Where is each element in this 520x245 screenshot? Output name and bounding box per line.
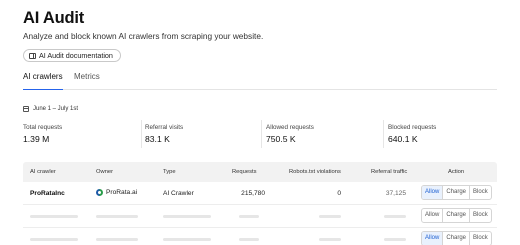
loading-placeholder (96, 215, 138, 218)
stat-label: Referral visits (145, 124, 184, 131)
action-toggle: Allow Charge Block (421, 208, 492, 223)
date-range-picker[interactable]: June 1 – July 1st (23, 106, 78, 112)
stat-blocked-requests: Blocked requests 640.1 K (383, 120, 501, 148)
loading-placeholder (239, 238, 259, 241)
loading-placeholder (96, 238, 138, 241)
stat-label: Blocked requests (388, 124, 437, 131)
column-header-referral[interactable]: Referral traffic (371, 169, 407, 175)
charge-button[interactable]: Charge (442, 232, 469, 245)
charge-button[interactable]: Charge (442, 186, 469, 199)
owner-name: ProRata.ai (106, 189, 138, 196)
allow-button[interactable]: Allow (422, 186, 443, 199)
column-header-type[interactable]: Type (163, 169, 176, 175)
table-row[interactable]: ProRataInc ProRata.ai AI Crawler 215,780… (23, 182, 497, 205)
stat-label: Total requests (23, 124, 63, 131)
crawler-name[interactable]: ProRataInc (30, 190, 65, 197)
table-header: AI crawler Owner Type Requests Robots.tx… (23, 162, 497, 182)
stat-value: 83.1 K (145, 134, 170, 144)
column-header-owner[interactable]: Owner (96, 169, 113, 175)
stat-value: 640.1 K (388, 134, 418, 144)
prorata-logo-icon (96, 189, 103, 196)
tab-bar: AI crawlers Metrics (23, 72, 497, 90)
column-header-action: Action (448, 168, 465, 175)
violations-count: 0 (337, 190, 341, 197)
block-button[interactable]: Block (469, 209, 491, 222)
loading-placeholder (319, 238, 341, 241)
charge-button[interactable]: Charge (442, 209, 469, 222)
loading-placeholder (384, 215, 406, 218)
loading-placeholder (30, 238, 78, 241)
page-title: AI Audit (23, 9, 85, 27)
loading-placeholder (163, 238, 211, 241)
stat-value: 750.5 K (266, 134, 296, 144)
tab-ai-crawlers[interactable]: AI crawlers (23, 72, 63, 90)
crawler-type: AI Crawler (163, 190, 194, 197)
loading-placeholder (30, 215, 78, 218)
referral-count: 37,125 (385, 190, 406, 197)
book-icon (29, 52, 36, 59)
allow-button[interactable]: Allow (422, 209, 442, 222)
block-button[interactable]: Block (469, 186, 491, 199)
stat-referral-visits: Referral visits 83.1 K (141, 120, 259, 148)
page-subtitle: Analyze and block known AI crawlers from… (23, 31, 264, 41)
stat-value: 1.39 M (23, 134, 50, 144)
stats-summary: Total requests 1.39 M Referral visits 83… (23, 120, 497, 148)
calendar-icon (23, 106, 29, 112)
loading-placeholder (239, 215, 259, 218)
block-button[interactable]: Block (469, 232, 491, 245)
documentation-button-label: AI Audit documentation (39, 51, 113, 60)
stat-allowed-requests: Allowed requests 750.5 K (261, 120, 379, 148)
allow-button[interactable]: Allow (422, 232, 443, 245)
stat-label: Allowed requests (266, 124, 314, 131)
column-header-requests[interactable]: Requests (232, 169, 257, 175)
table-row-placeholder: Allow Charge Block (23, 205, 497, 228)
loading-placeholder (163, 215, 211, 218)
loading-placeholder (384, 238, 406, 241)
table-row-placeholder: Allow Charge Block (23, 228, 497, 245)
action-toggle: Allow Charge Block (421, 231, 492, 245)
documentation-button[interactable]: AI Audit documentation (23, 49, 121, 62)
loading-placeholder (319, 215, 341, 218)
column-header-violations[interactable]: Robots.txt violations (289, 169, 341, 175)
action-toggle: Allow Charge Block (421, 185, 492, 200)
requests-count: 215,780 (241, 190, 265, 197)
stat-total-requests: Total requests 1.39 M (23, 120, 141, 148)
date-range-label: June 1 – July 1st (33, 106, 79, 112)
tab-metrics[interactable]: Metrics (74, 72, 100, 90)
column-header-crawler[interactable]: AI crawler (30, 169, 56, 175)
owner-cell: ProRata.ai (96, 189, 137, 196)
